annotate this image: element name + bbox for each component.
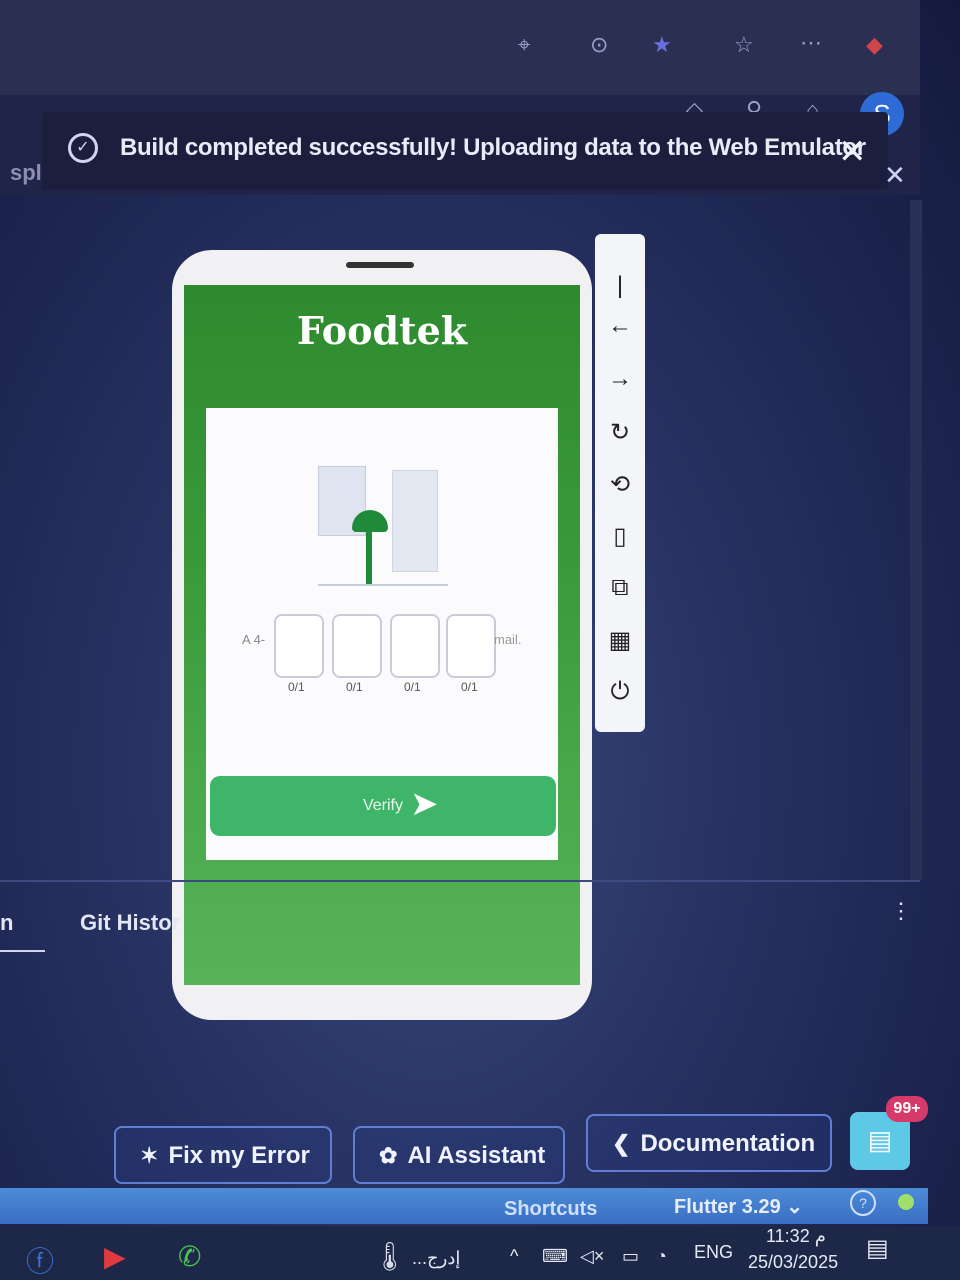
otp-prefix-text: A 4- (242, 632, 266, 647)
ai-assistant-button[interactable]: ✿ AI Assistant (353, 1126, 565, 1184)
forward-arrow-icon[interactable]: → (595, 365, 645, 393)
battery-icon[interactable]: ▭ (622, 1246, 639, 1267)
youtube-icon[interactable]: ▶ (104, 1240, 126, 1273)
chat-icon: ▤ (867, 1125, 893, 1155)
back-arrow-icon[interactable]: ← (595, 312, 645, 340)
taskbar-search[interactable]: ...إدرج (412, 1248, 460, 1269)
mouse-cursor-icon: ➤ (410, 785, 439, 823)
wifi-icon[interactable]: ◔ (656, 1246, 667, 1267)
fix-my-error-button[interactable]: ✶ Fix my Error (114, 1126, 332, 1184)
otp-input[interactable] (390, 614, 440, 678)
illustration-ground (318, 584, 448, 586)
tab-git-history[interactable]: Git Histor (80, 910, 180, 936)
flutter-icon: ❮ (612, 1131, 631, 1156)
verify-button[interactable]: Verify (210, 776, 556, 836)
documentation-button[interactable]: ❮ Documentation (586, 1114, 832, 1172)
clock-time[interactable]: 11:32 م (766, 1226, 826, 1247)
device-icon[interactable]: ▯ (595, 522, 645, 551)
otp-input[interactable] (274, 614, 324, 678)
ai-assistant-label: AI Assistant (407, 1142, 546, 1169)
toast-message: Build completed successfully! Uploading … (120, 134, 866, 161)
otp-counter: 0/1 (461, 680, 478, 694)
otp-suffix-text: mail. (494, 632, 522, 647)
flutter-version-select[interactable]: Flutter 3.29 ⌄ (674, 1194, 803, 1219)
rotate-icon[interactable]: ⟲ (595, 470, 645, 499)
location-icon[interactable]: ⌖ (518, 32, 530, 58)
tray-chevron-icon[interactable]: ^ (510, 1246, 518, 1267)
power-icon[interactable]: ⏻ (595, 678, 645, 706)
more-options-icon[interactable]: ⋮ (890, 898, 912, 924)
chevron-down-icon: ⌄ (786, 1196, 804, 1218)
otp-counter: 0/1 (404, 680, 421, 694)
language-indicator[interactable]: ENG (694, 1242, 733, 1263)
partial-label: spl (10, 160, 42, 185)
app-title: Foodtek (296, 308, 468, 353)
clock-date[interactable]: 25/03/2025 (748, 1252, 838, 1273)
star-icon[interactable]: ★ (652, 32, 672, 58)
open-external-icon[interactable]: ⧉ (595, 574, 645, 602)
panel-close-icon[interactable]: ✕ (884, 160, 906, 191)
shortcuts-link[interactable]: Shortcuts (504, 1198, 597, 1221)
tab-partial[interactable]: n (0, 910, 13, 936)
drag-handle-icon[interactable]: | (595, 272, 645, 300)
magic-wand-icon: ✶ (140, 1143, 159, 1168)
illustration-door (392, 470, 438, 572)
active-tab-indicator (0, 950, 45, 952)
scrollbar[interactable] (910, 200, 922, 880)
otp-counter: 0/1 (288, 680, 305, 694)
whatsapp-icon[interactable]: ✆ (178, 1240, 201, 1273)
otp-counter: 0/1 (346, 680, 363, 694)
otp-input[interactable] (446, 614, 496, 678)
favorites-icon[interactable]: ☆ (734, 32, 754, 58)
otp-input[interactable] (332, 614, 382, 678)
browser-toolbar: ⌖ ⊙ ★ ☆ ⋯ ◆ (0, 0, 920, 95)
connection-status-dot (898, 1194, 914, 1210)
close-icon[interactable]: ✕ (838, 132, 867, 172)
more-circle-icon[interactable]: ⊙ (590, 32, 608, 58)
facebook-icon[interactable]: ⓕ (26, 1240, 54, 1280)
extension-icon[interactable]: ◆ (866, 32, 883, 58)
brain-icon: ✿ (379, 1143, 398, 1168)
notification-badge: 99+ (886, 1096, 928, 1122)
device-notch (346, 262, 414, 268)
fix-my-error-label: Fix my Error (168, 1142, 310, 1169)
documentation-label: Documentation (640, 1130, 816, 1157)
help-icon[interactable]: ? (850, 1190, 876, 1216)
refresh-icon[interactable]: ↻ (595, 418, 645, 447)
check-icon: ✓ (68, 133, 98, 163)
keyboard-icon[interactable]: ⌨ (542, 1246, 568, 1267)
weather-icon: 🌡 (372, 1241, 408, 1272)
flutter-version-label: Flutter 3.29 (674, 1196, 781, 1218)
notifications-icon[interactable]: ▤ (866, 1234, 889, 1263)
qr-code-icon[interactable]: ▦ (595, 626, 645, 655)
panel-divider (0, 880, 920, 882)
volume-mute-icon[interactable]: ◁× (580, 1246, 604, 1267)
illustration-mailbox-post (366, 522, 372, 584)
menu-dots-icon[interactable]: ⋯ (800, 30, 822, 56)
